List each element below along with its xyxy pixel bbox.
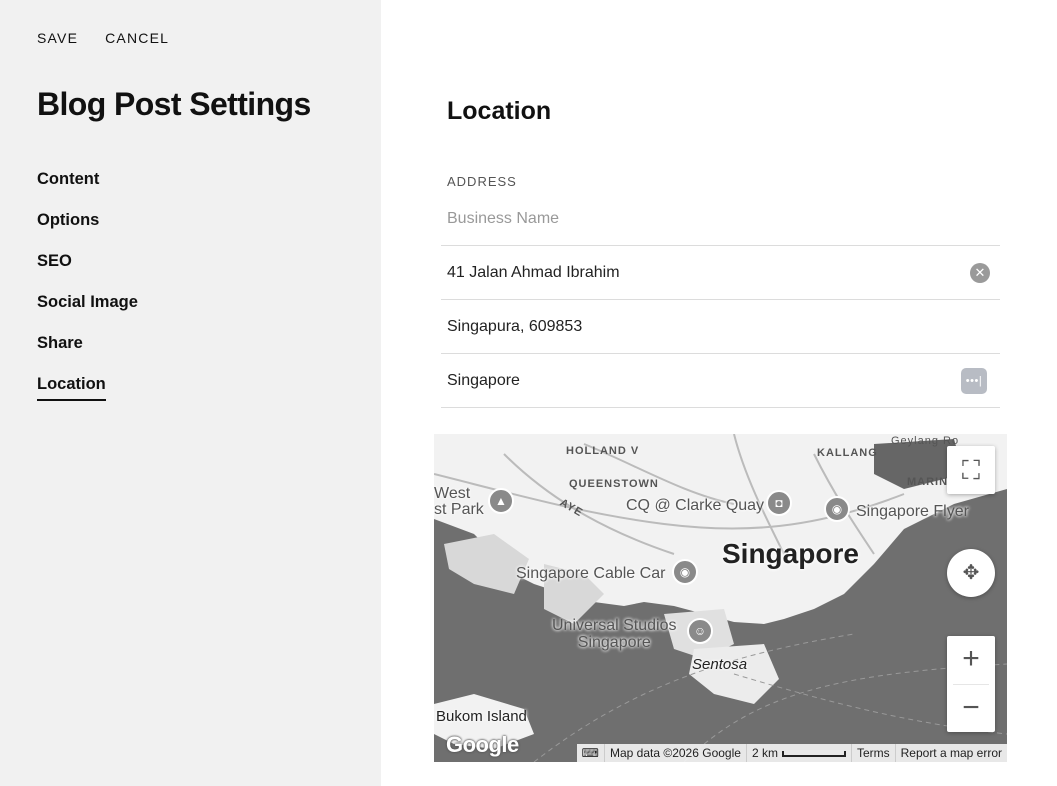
country-input[interactable] bbox=[447, 354, 947, 407]
google-logo: Google bbox=[446, 732, 519, 757]
country-field: •••| bbox=[441, 354, 1000, 408]
nav-item-label: Options bbox=[37, 211, 100, 229]
page-title: Blog Post Settings bbox=[37, 86, 311, 122]
map-label-holland: HOLLAND V bbox=[566, 445, 640, 457]
map-label-city: Singapore bbox=[722, 538, 859, 569]
location-title: Location bbox=[447, 97, 552, 125]
city-postal-input[interactable] bbox=[447, 300, 947, 353]
nav-item-content[interactable]: Content bbox=[37, 170, 138, 211]
attraction-pin-icon[interactable]: ☺ bbox=[687, 618, 713, 644]
nav-item-label: Social Image bbox=[37, 293, 138, 311]
clear-icon[interactable]: ✕ bbox=[970, 263, 990, 283]
map-label-marina: MARIN bbox=[907, 476, 949, 488]
settings-nav: Content Options SEO Social Image Share L… bbox=[37, 170, 138, 416]
scale-bar bbox=[781, 750, 846, 757]
map-attribution: ⌨ Map data ©2026 Google 2 km Terms Repor… bbox=[576, 744, 1007, 762]
fullscreen-icon[interactable]: ⛶ bbox=[947, 446, 995, 494]
zoom-control: + − bbox=[947, 636, 995, 732]
business-name-field bbox=[441, 192, 1000, 246]
password-manager-icon[interactable]: •••| bbox=[961, 368, 987, 394]
shopping-pin-icon[interactable]: ◘ bbox=[766, 490, 792, 516]
nav-item-label: Content bbox=[37, 170, 100, 188]
save-button[interactable]: SAVE bbox=[37, 30, 78, 46]
map-label-kallang: KALLANG bbox=[817, 447, 878, 459]
nav-item-label: SEO bbox=[37, 252, 72, 270]
map-label-universal: Universal Studios Singapore bbox=[552, 617, 677, 651]
map-label-west-park: West st Park bbox=[434, 485, 484, 518]
city-postal-field bbox=[441, 300, 1000, 354]
location-map[interactable]: HOLLAND V QUEENSTOWN KALLANG MARIN Geyla… bbox=[434, 434, 1007, 762]
park-pin-icon[interactable]: ▲ bbox=[488, 488, 514, 514]
map-scale[interactable]: 2 km bbox=[745, 744, 851, 762]
map-label-sentosa: Sentosa bbox=[692, 656, 748, 673]
street-input[interactable] bbox=[447, 246, 947, 299]
camera-pin-icon[interactable]: ◉ bbox=[824, 496, 850, 522]
nav-item-share[interactable]: Share bbox=[37, 334, 138, 375]
cancel-button[interactable]: CANCEL bbox=[105, 30, 169, 46]
map-data-text: Map data ©2026 Google bbox=[604, 744, 746, 762]
nav-item-label: Location bbox=[37, 375, 106, 401]
nav-item-social-image[interactable]: Social Image bbox=[37, 293, 138, 334]
zoom-in-button[interactable]: + bbox=[947, 636, 995, 684]
camera-pin-icon[interactable]: ◉ bbox=[672, 559, 698, 585]
camera-control-icon[interactable]: ✥ bbox=[947, 549, 995, 597]
header-actions: SAVE CANCEL bbox=[37, 30, 169, 46]
nav-item-location[interactable]: Location bbox=[37, 375, 138, 416]
report-error-link[interactable]: Report a map error bbox=[894, 744, 1007, 762]
street-field: ✕ bbox=[441, 246, 1000, 300]
settings-sidebar: SAVE CANCEL Blog Post Settings Content O… bbox=[0, 0, 381, 786]
map-label-flyer: Singapore Flyer bbox=[856, 503, 969, 520]
map-label-clarke-quay: CQ @ Clarke Quay bbox=[626, 497, 765, 514]
keyboard-shortcuts-icon[interactable]: ⌨ bbox=[577, 744, 604, 762]
business-name-input[interactable] bbox=[447, 192, 947, 245]
nav-item-label: Share bbox=[37, 334, 83, 352]
nav-item-seo[interactable]: SEO bbox=[37, 252, 138, 293]
zoom-out-button[interactable]: − bbox=[947, 685, 995, 733]
nav-item-options[interactable]: Options bbox=[37, 211, 138, 252]
address-label: ADDRESS bbox=[447, 174, 517, 189]
map-scale-label: 2 km bbox=[751, 746, 778, 760]
terms-link[interactable]: Terms bbox=[850, 744, 895, 762]
map-label-bukom: Bukom Island bbox=[436, 708, 527, 725]
map-label-cable-car: Singapore Cable Car bbox=[516, 565, 666, 582]
map-label-queenstown: QUEENSTOWN bbox=[569, 478, 659, 490]
